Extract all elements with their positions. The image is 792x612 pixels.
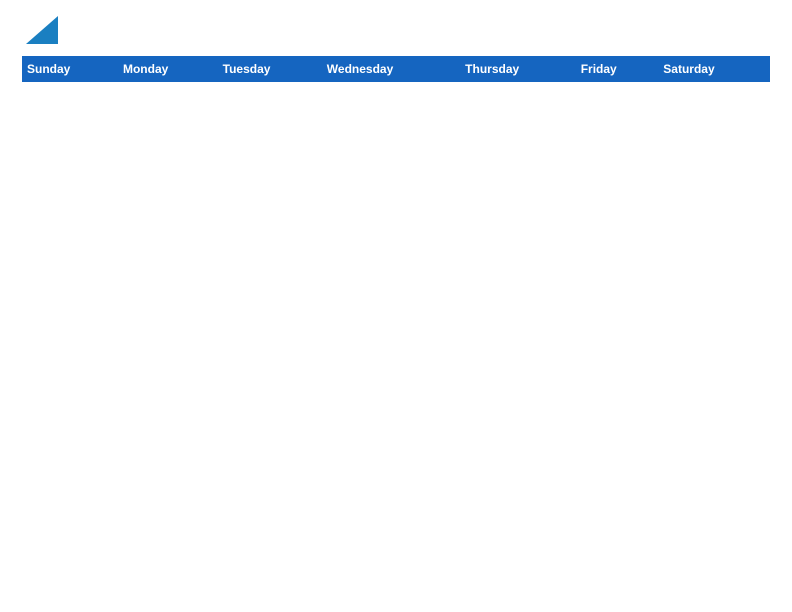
weekday-monday: Monday <box>118 57 218 82</box>
calendar-table: SundayMondayTuesdayWednesdayThursdayFrid… <box>22 56 770 82</box>
page: SundayMondayTuesdayWednesdayThursdayFrid… <box>0 0 792 612</box>
weekday-thursday: Thursday <box>461 57 577 82</box>
weekday-wednesday: Wednesday <box>322 57 460 82</box>
weekday-sunday: Sunday <box>23 57 119 82</box>
weekday-saturday: Saturday <box>659 57 770 82</box>
header <box>22 18 770 46</box>
weekday-friday: Friday <box>576 57 659 82</box>
logo-icon <box>26 16 58 44</box>
weekday-tuesday: Tuesday <box>218 57 322 82</box>
logo <box>22 22 58 46</box>
weekday-header-row: SundayMondayTuesdayWednesdayThursdayFrid… <box>23 57 770 82</box>
